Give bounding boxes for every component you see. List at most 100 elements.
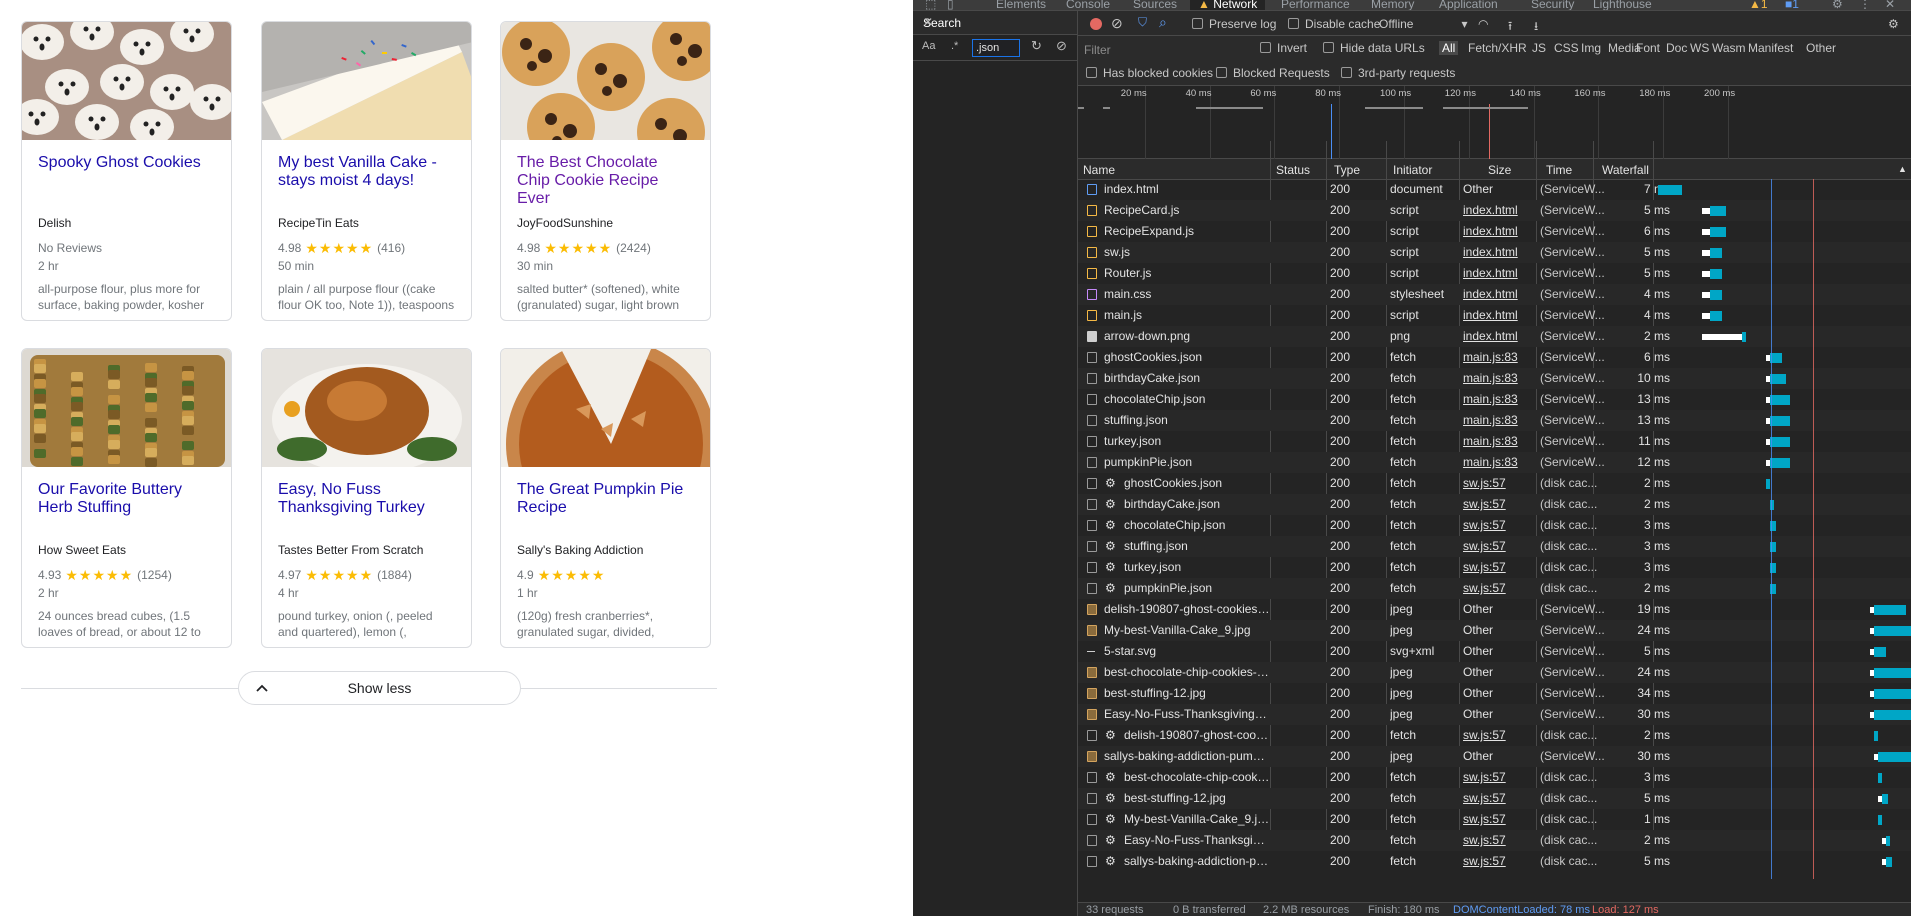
recipe-card[interactable]: The Best Chocolate Chip Cookie Recipe Ev… bbox=[500, 21, 711, 321]
clear-log-icon[interactable]: ⊘ bbox=[1111, 15, 1123, 32]
request-initiator[interactable]: index.html bbox=[1463, 221, 1518, 242]
tab-sources[interactable]: Sources bbox=[1133, 0, 1177, 10]
wifi-icon[interactable]: ◠ bbox=[1478, 17, 1488, 31]
filter-input[interactable]: Filter bbox=[1078, 41, 1248, 59]
request-row[interactable]: My-best-Vanilla-Cake_9.jpg 200 jpeg Other (S… bbox=[1078, 620, 1911, 641]
type-filter-all[interactable]: All bbox=[1439, 41, 1459, 55]
request-initiator[interactable]: index.html bbox=[1463, 326, 1518, 347]
filter-icon[interactable]: ⛉ bbox=[1138, 15, 1147, 30]
column-name[interactable]: Name bbox=[1083, 163, 1115, 177]
search-icon[interactable]: ⌕ bbox=[1159, 14, 1167, 31]
recipe-image[interactable] bbox=[501, 349, 710, 467]
request-row[interactable]: chocolateChip.json 200 fetch main.js:83 (Ser… bbox=[1078, 389, 1911, 410]
recipe-image[interactable] bbox=[501, 22, 710, 140]
clear-icon[interactable]: ⊘ bbox=[1056, 38, 1067, 54]
type-filter-fetch-xhr[interactable]: Fetch/XHR bbox=[1468, 41, 1527, 55]
recipe-card[interactable]: My best Vanilla Cake - stays moist 4 day… bbox=[261, 21, 472, 321]
request-row[interactable]: 5-star.svg 200 svg+xml Other (ServiceW... 5 m… bbox=[1078, 641, 1911, 662]
request-row[interactable]: ⚙ birthdayCake.json 200 fetch sw.js:57 (disk … bbox=[1078, 494, 1911, 515]
recipe-image[interactable] bbox=[262, 22, 471, 140]
recipe-card[interactable]: The Great Pumpkin Pie Recipe Sally's Baki… bbox=[500, 348, 711, 648]
request-initiator[interactable]: main.js:83 bbox=[1463, 431, 1518, 452]
request-initiator[interactable]: index.html bbox=[1463, 242, 1518, 263]
request-initiator[interactable]: sw.js:57 bbox=[1463, 494, 1506, 515]
request-initiator[interactable]: main.js:83 bbox=[1463, 389, 1518, 410]
tab-network[interactable]: ▲ Network bbox=[1190, 0, 1266, 10]
close-search-icon[interactable]: ✕ bbox=[923, 15, 1067, 29]
request-initiator[interactable]: index.html bbox=[1463, 305, 1518, 326]
inspect-icon[interactable]: ⬚ bbox=[925, 0, 936, 10]
recipe-image[interactable] bbox=[22, 22, 231, 140]
tab-security[interactable]: Security bbox=[1531, 0, 1574, 10]
type-filter-img[interactable]: Img bbox=[1581, 41, 1601, 55]
messages-badge[interactable]: ■1 bbox=[1785, 0, 1799, 10]
request-row[interactable]: ⚙ delish-190807-ghost-cookies-00... 200 fet… bbox=[1078, 725, 1911, 746]
settings-icon[interactable]: ⚙ bbox=[1832, 0, 1843, 10]
request-initiator[interactable]: sw.js:57 bbox=[1463, 809, 1506, 830]
recipe-title-link[interactable]: Easy, No Fuss Thanksgiving Turkey bbox=[278, 481, 455, 543]
recipe-image[interactable] bbox=[22, 349, 231, 467]
column-status[interactable]: Status bbox=[1276, 163, 1310, 177]
request-row[interactable]: pumpkinPie.json 200 fetch main.js:83 (Servic… bbox=[1078, 452, 1911, 473]
recipe-title-link[interactable]: My best Vanilla Cake - stays moist 4 day… bbox=[278, 154, 455, 216]
type-filter-doc[interactable]: Doc bbox=[1666, 41, 1687, 55]
request-initiator[interactable]: sw.js:57 bbox=[1463, 536, 1506, 557]
request-initiator[interactable]: sw.js:57 bbox=[1463, 725, 1506, 746]
request-row[interactable]: ⚙ stuffing.json 200 fetch sw.js:57 (disk cac.… bbox=[1078, 536, 1911, 557]
warnings-badge[interactable]: ▲1 bbox=[1749, 0, 1768, 10]
disable-cache-checkbox[interactable]: Disable cache bbox=[1288, 17, 1380, 31]
request-row[interactable]: RecipeCard.js 200 script index.html (Service… bbox=[1078, 200, 1911, 221]
invert-checkbox[interactable]: Invert bbox=[1260, 41, 1307, 55]
export-har-icon[interactable]: ⭳ bbox=[1534, 17, 1538, 38]
hide-data-urls-checkbox[interactable]: Hide data URLs bbox=[1323, 41, 1425, 55]
request-row[interactable]: ⚙ chocolateChip.json 200 fetch sw.js:57 (disk… bbox=[1078, 515, 1911, 536]
column-time[interactable]: Time bbox=[1546, 163, 1572, 177]
request-row[interactable]: ⚙ sallys-baking-addiction-pumpkin... 200 fe… bbox=[1078, 851, 1911, 872]
throttling-select[interactable]: Offline ▾ bbox=[1379, 17, 1468, 31]
timeline-overview[interactable]: 20 ms 40 ms 60 ms 80 ms 100 ms 120 ms 140 ms 16… bbox=[1078, 86, 1911, 159]
type-filter-manifest[interactable]: Manifest bbox=[1748, 41, 1793, 55]
blocked-requests-checkbox[interactable]: Blocked Requests bbox=[1216, 66, 1330, 80]
request-row[interactable]: main.js 200 script index.html (ServiceW... 4 … bbox=[1078, 305, 1911, 326]
request-initiator[interactable]: sw.js:57 bbox=[1463, 578, 1506, 599]
request-row[interactable]: Easy-No-Fuss-Thanksgiving-Turkey-... 200 j… bbox=[1078, 704, 1911, 725]
request-initiator[interactable]: index.html bbox=[1463, 263, 1518, 284]
request-row[interactable]: ⚙ My-best-Vanilla-Cake_9.jpg 200 fetch sw.js… bbox=[1078, 809, 1911, 830]
request-row[interactable]: sallys-baking-addiction-pumpkin-pi... 200… bbox=[1078, 746, 1911, 767]
request-initiator[interactable]: sw.js:57 bbox=[1463, 473, 1506, 494]
request-row[interactable]: Router.js 200 script index.html (ServiceW...… bbox=[1078, 263, 1911, 284]
request-initiator[interactable]: main.js:83 bbox=[1463, 410, 1518, 431]
type-filter-css[interactable]: CSS bbox=[1554, 41, 1579, 55]
column-type[interactable]: Type bbox=[1334, 163, 1360, 177]
close-devtools-icon[interactable]: ✕ bbox=[1885, 0, 1895, 10]
tab-performance[interactable]: Performance bbox=[1281, 0, 1350, 10]
type-filter-js[interactable]: JS bbox=[1532, 41, 1546, 55]
request-initiator[interactable]: main.js:83 bbox=[1463, 347, 1518, 368]
has-blocked-cookies-checkbox[interactable]: Has blocked cookies bbox=[1086, 66, 1213, 80]
sort-up-icon[interactable]: ▲ bbox=[1898, 164, 1907, 174]
request-initiator[interactable]: sw.js:57 bbox=[1463, 830, 1506, 851]
match-case-button[interactable]: Aa bbox=[922, 40, 935, 52]
request-row[interactable]: best-stuffing-12.jpg 200 jpeg Other (Service… bbox=[1078, 683, 1911, 704]
record-button[interactable] bbox=[1090, 18, 1102, 30]
request-initiator[interactable]: index.html bbox=[1463, 284, 1518, 305]
recipe-card[interactable]: Spooky Ghost Cookies Delish No Reviews 2 hr… bbox=[21, 21, 232, 321]
request-row[interactable]: RecipeExpand.js 200 script index.html (Servi… bbox=[1078, 221, 1911, 242]
request-row[interactable]: sw.js 200 script index.html (ServiceW... 5 ms bbox=[1078, 242, 1911, 263]
type-filter-ws[interactable]: WS bbox=[1690, 41, 1709, 55]
request-row[interactable]: turkey.json 200 fetch main.js:83 (ServiceW..… bbox=[1078, 431, 1911, 452]
column-initiator[interactable]: Initiator bbox=[1393, 163, 1432, 177]
request-row[interactable]: ⚙ best-chocolate-chip-cookies-reci... 200 f… bbox=[1078, 767, 1911, 788]
column-size[interactable]: Size bbox=[1488, 163, 1511, 177]
request-row[interactable]: birthdayCake.json 200 fetch main.js:83 (Serv… bbox=[1078, 368, 1911, 389]
recipe-title-link[interactable]: Spooky Ghost Cookies bbox=[38, 154, 215, 216]
network-settings-icon[interactable]: ⚙ bbox=[1888, 17, 1899, 31]
request-row[interactable]: ghostCookies.json 200 fetch main.js:83 (Serv… bbox=[1078, 347, 1911, 368]
request-initiator[interactable]: index.html bbox=[1463, 200, 1518, 221]
column-waterfall[interactable]: Waterfall bbox=[1602, 163, 1649, 177]
recipe-title-link[interactable]: The Best Chocolate Chip Cookie Recipe Ev… bbox=[517, 154, 694, 216]
request-initiator[interactable]: main.js:83 bbox=[1463, 368, 1518, 389]
request-row[interactable]: delish-190807-ghost-cookies-0031-l... 200… bbox=[1078, 599, 1911, 620]
refresh-icon[interactable]: ↻ bbox=[1031, 38, 1042, 54]
type-filter-font[interactable]: Font bbox=[1636, 41, 1660, 55]
